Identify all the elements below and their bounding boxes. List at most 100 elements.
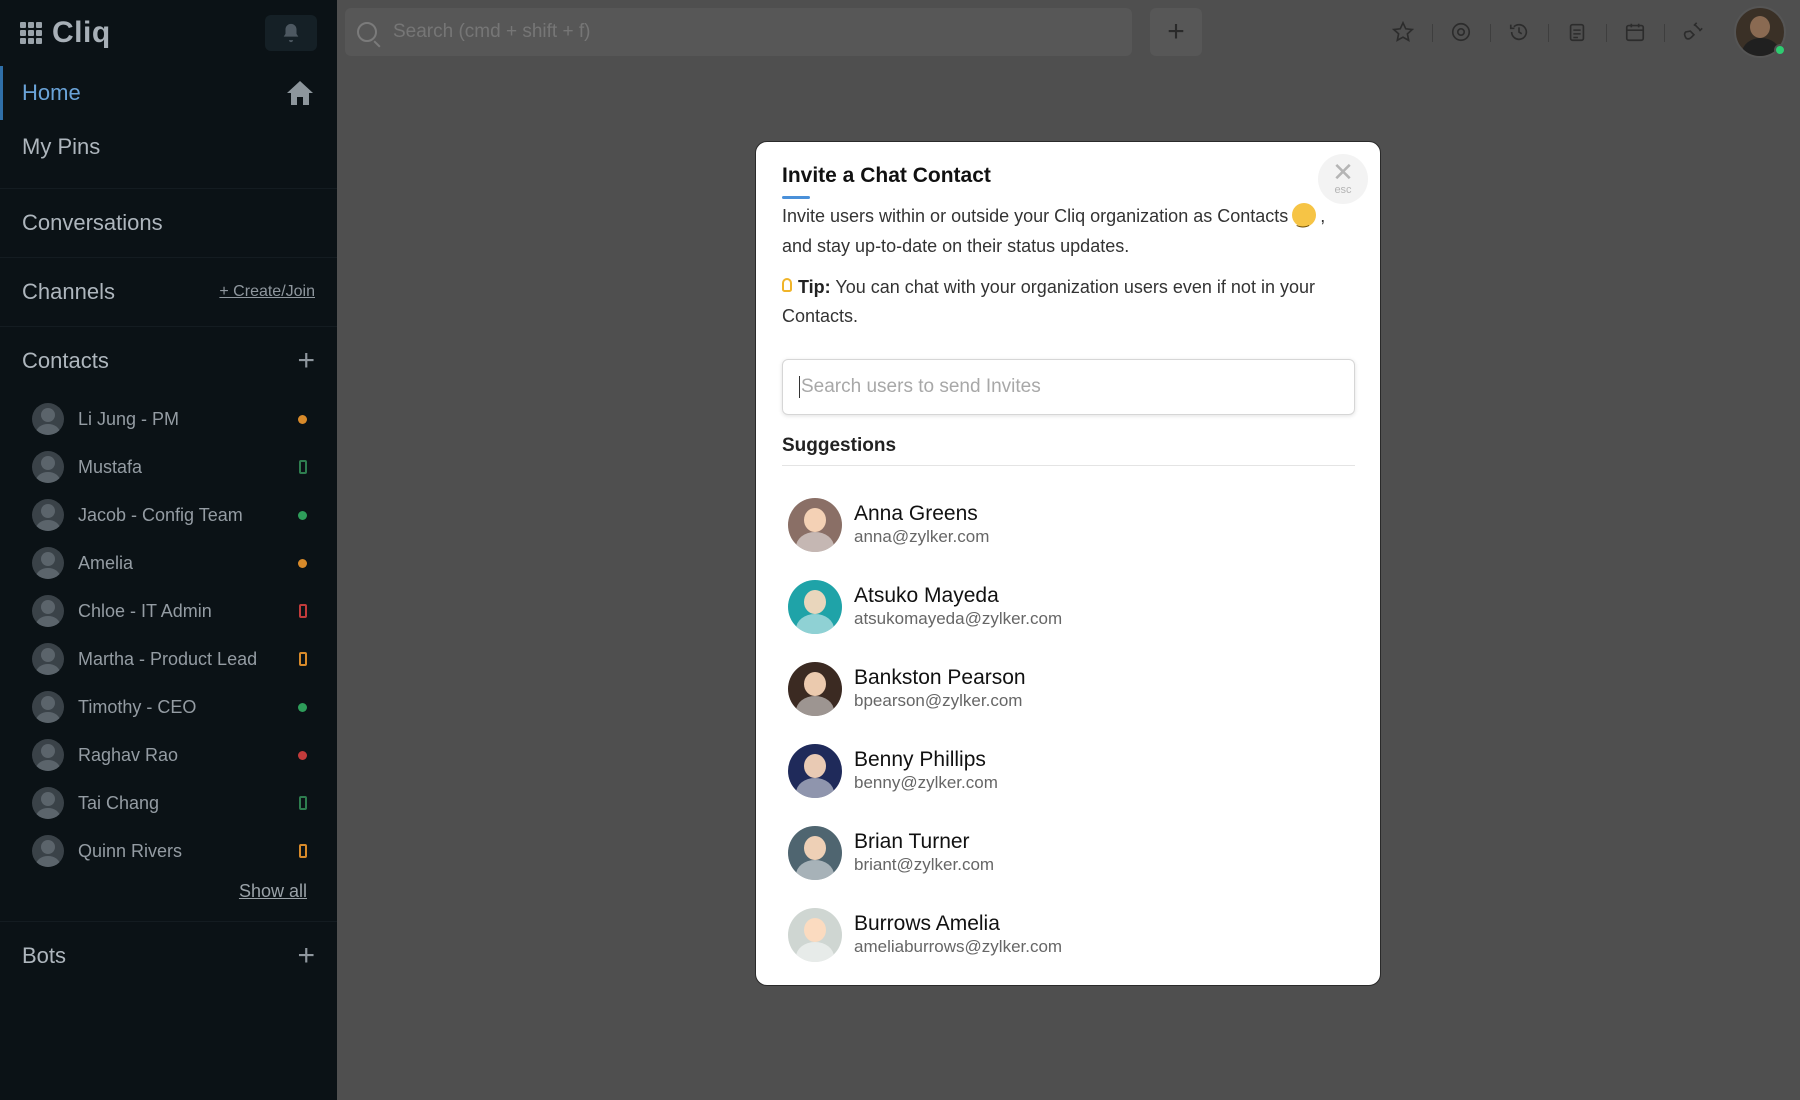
avatar — [788, 498, 842, 552]
show-all-label: Show all — [238, 881, 307, 901]
suggestion-text: Bankston Pearson bpearson@zylker.com — [854, 666, 1026, 712]
add-bot-icon[interactable]: + — [297, 939, 315, 973]
close-button[interactable]: ✕ esc — [1318, 154, 1368, 204]
modal-description: Invite users within or outside your Cliq… — [782, 201, 1354, 261]
status-dot-icon — [298, 750, 307, 760]
suggestion-item[interactable]: Atsuko Mayeda atsukomayeda@zylker.com — [782, 566, 1354, 648]
avatar — [32, 787, 64, 819]
contact-item[interactable]: Quinn Rivers — [0, 827, 337, 875]
section-channels-label: Channels — [22, 279, 115, 304]
suggestion-text: Benny Phillips benny@zylker.com — [854, 748, 998, 794]
contact-name: Timothy - CEO — [78, 696, 197, 717]
show-all-link[interactable]: Show all — [0, 881, 337, 921]
mobile-status-icon — [299, 844, 307, 858]
mention-icon — [1451, 22, 1471, 42]
suggestion-item[interactable]: Anna Greens anna@zylker.com — [782, 484, 1354, 566]
notifications-button[interactable] — [265, 15, 317, 51]
contact-item[interactable]: Timothy - CEO — [0, 683, 337, 731]
calendar-button[interactable] — [1606, 12, 1664, 52]
suggestion-email: atsukomayeda@zylker.com — [854, 609, 1063, 628]
invite-contact-modal: ✕ esc Invite a Chat Contact Invite users… — [755, 141, 1381, 986]
suggestion-item[interactable]: Burrows Amelia ameliaburrows@zylker.com — [782, 894, 1354, 976]
suggestion-text: Brian Turner briant@zylker.com — [854, 830, 994, 876]
plug-icon — [1683, 22, 1703, 40]
avatar — [32, 595, 64, 627]
suggestion-email: ameliaburrows@zylker.com — [854, 937, 1063, 956]
invite-search-input[interactable]: Search users to send Invites — [782, 359, 1355, 415]
mobile-status-icon — [299, 604, 307, 618]
suggestion-text: Anna Greens anna@zylker.com — [854, 502, 989, 548]
contact-item[interactable]: Jacob - Config Team — [0, 491, 337, 539]
suggestion-item[interactable]: Bankston Pearson bpearson@zylker.com — [782, 648, 1354, 730]
suggestion-email: benny@zylker.com — [854, 773, 998, 792]
contact-item[interactable]: Mustafa — [0, 443, 337, 491]
avatar — [788, 744, 842, 798]
integrations-button[interactable] — [1664, 12, 1722, 52]
contact-list: Li Jung - PM Mustafa Jacob - Config Team Am… — [0, 395, 337, 875]
sidebar: Cliq Home My Pins Conversations Channels… — [0, 0, 337, 1100]
contact-item[interactable]: Li Jung - PM — [0, 395, 337, 443]
section-contacts[interactable]: Contacts + — [0, 326, 337, 395]
tip-label: Tip: — [798, 277, 831, 297]
close-icon: ✕ — [1332, 157, 1354, 187]
suggestion-item[interactable]: Brian Turner briant@zylker.com — [782, 812, 1354, 894]
avatar — [32, 835, 64, 867]
title-underline — [782, 196, 810, 199]
avatar — [32, 403, 64, 435]
section-bots-label: Bots — [22, 943, 67, 968]
toolbar-icons — [1374, 12, 1722, 52]
contact-item[interactable]: Amelia — [0, 539, 337, 587]
tip-body: You can chat with your organization user… — [782, 277, 1315, 326]
modal-title: Invite a Chat Contact — [782, 164, 991, 187]
calendar-icon — [1625, 23, 1645, 42]
contact-name: Amelia — [78, 552, 134, 573]
suggestion-item[interactable]: Benny Phillips benny@zylker.com — [782, 730, 1354, 812]
mentions-button[interactable] — [1432, 12, 1490, 52]
contact-name: Jacob - Config Team — [78, 504, 243, 525]
contact-item[interactable]: Raghav Rao — [0, 731, 337, 779]
contact-item[interactable]: Martha - Product Lead — [0, 635, 337, 683]
text-cursor — [799, 376, 800, 398]
contact-item[interactable]: Tai Chang — [0, 779, 337, 827]
suggestions-list: Anna Greens anna@zylker.com Atsuko Mayeda a… — [782, 484, 1354, 976]
contact-item[interactable]: Chloe - IT Admin — [0, 587, 337, 635]
nav-my-pins[interactable]: My Pins — [0, 120, 337, 174]
tip-text: Tip: You can chat with your organization… — [782, 273, 1354, 331]
home-icon — [287, 81, 313, 105]
section-conversations[interactable]: Conversations — [0, 188, 337, 257]
suggestion-name: Brian Turner — [854, 830, 970, 853]
suggestion-name: Atsuko Mayeda — [854, 584, 999, 607]
plus-icon: + — [1167, 15, 1185, 48]
create-join-link[interactable]: + Create/Join — [219, 283, 315, 301]
add-contact-icon[interactable]: + — [297, 344, 315, 378]
avatar — [788, 662, 842, 716]
app-grid-icon[interactable] — [20, 22, 42, 44]
avatar — [788, 580, 842, 634]
suggestion-text: Atsuko Mayeda atsukomayeda@zylker.com — [854, 584, 1062, 630]
avatar — [32, 643, 64, 675]
contact-name: Raghav Rao — [78, 744, 179, 765]
contact-name: Mustafa — [78, 456, 143, 477]
section-bots[interactable]: Bots + — [0, 921, 337, 990]
nav-home[interactable]: Home — [0, 66, 337, 120]
history-button[interactable] — [1490, 12, 1548, 52]
suggestion-email: anna@zylker.com — [854, 527, 990, 546]
suggestion-name: Burrows Amelia — [854, 912, 1000, 935]
clipboard-icon — [1569, 23, 1585, 42]
lightbulb-icon — [782, 278, 792, 293]
starred-button[interactable] — [1374, 12, 1432, 52]
mobile-status-icon — [299, 796, 307, 810]
contact-name: Li Jung - PM — [78, 408, 180, 429]
avatar — [32, 739, 64, 771]
tasks-button[interactable] — [1548, 12, 1606, 52]
status-dot-icon — [298, 510, 307, 520]
avatar — [32, 451, 64, 483]
status-dot-icon — [298, 414, 307, 424]
nav-home-label: Home — [22, 80, 81, 105]
global-search-input[interactable]: Search (cmd + shift + f) — [345, 8, 1132, 56]
global-search-placeholder: Search (cmd + shift + f) — [393, 21, 591, 42]
avatar — [32, 691, 64, 723]
new-item-button[interactable]: + — [1150, 8, 1202, 56]
section-channels[interactable]: Channels + Create/Join — [0, 257, 337, 326]
suggestion-text: Burrows Amelia ameliaburrows@zylker.com — [854, 912, 1062, 958]
